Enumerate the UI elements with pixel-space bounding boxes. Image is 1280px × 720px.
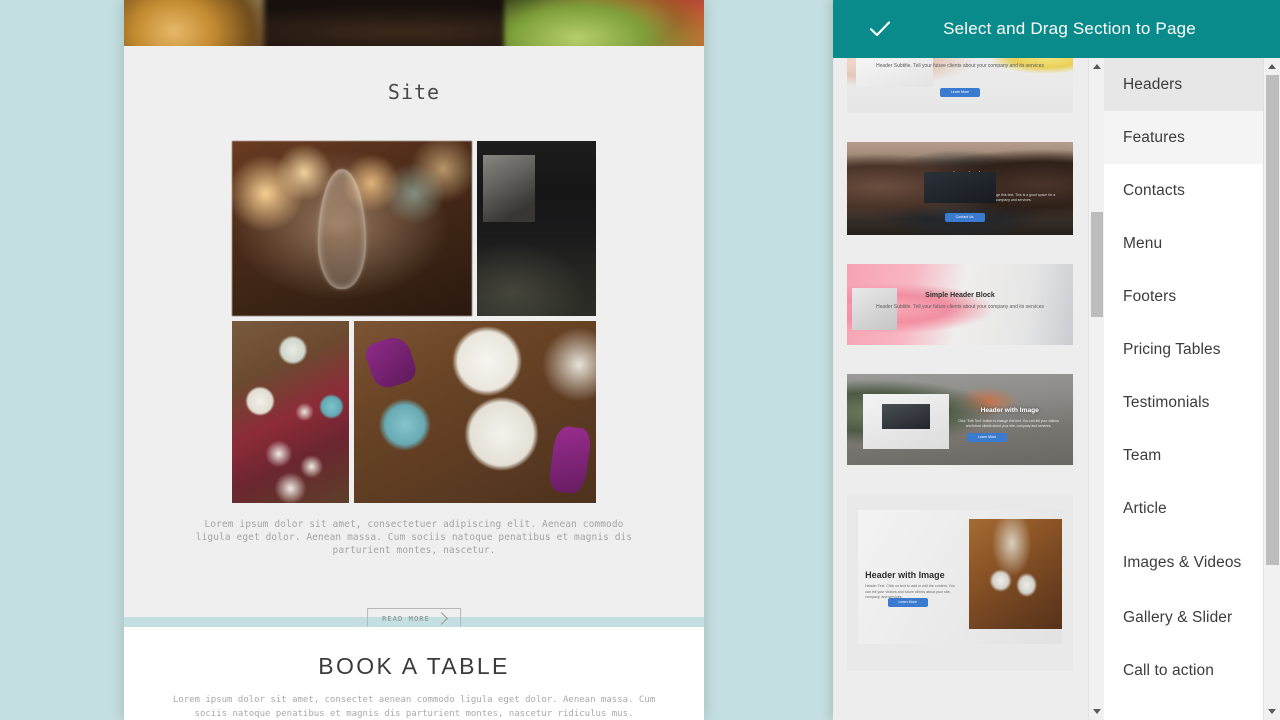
thumbnail-header-block[interactable]: Header Block Header Subtitle Header Text…: [847, 142, 1073, 235]
book-section-paragraph: Lorem ipsum dolor sit amet, consectet ae…: [172, 695, 656, 719]
thumbnail-cta-button: Learn More: [887, 598, 928, 607]
thumbnail-subtitle: Header Subtitle. Tell your future client…: [875, 63, 1045, 69]
gallery-image-bar-interior[interactable]: [477, 141, 596, 316]
gallery-image-table-plates[interactable]: [232, 321, 349, 503]
category-label: Headers: [1123, 75, 1183, 93]
gallery-image-wine-glasses[interactable]: [232, 141, 472, 316]
category-scrollbar-thumb[interactable]: [1266, 75, 1279, 565]
thumbnail-scroll-up-button[interactable]: [1089, 58, 1105, 75]
hero-right-salad-blur: [504, 0, 704, 46]
category-item-features[interactable]: Features: [1104, 111, 1263, 164]
thumbnail-cta-button: Learn More: [940, 88, 980, 97]
thumbnail-header-with-image-office[interactable]: Header with Image Click "Edit Text" butt…: [847, 374, 1073, 465]
category-item-pricing-tables[interactable]: Pricing Tables: [1104, 323, 1263, 376]
thumbnail-cta-button: Learn More: [967, 433, 1008, 442]
hero-image-strip[interactable]: [124, 0, 704, 46]
category-item-images-videos[interactable]: Images & Videos: [1104, 535, 1263, 591]
category-scrollbar[interactable]: [1263, 58, 1280, 720]
gallery-paragraph: Lorem ipsum dolor sit amet, consectetuer…: [195, 519, 633, 556]
book-section-title: BOOK A TABLE: [318, 653, 510, 679]
category-label: Features: [1123, 128, 1185, 146]
gallery-grid-row-bottom: [232, 321, 596, 503]
category-label: Pricing Tables: [1123, 340, 1221, 358]
thumbnail-title: Header with Image: [865, 570, 945, 580]
category-label: Gallery & Slider: [1123, 608, 1233, 626]
gallery-image-brunch-plates[interactable]: [354, 321, 596, 503]
page-preview[interactable]: Site Lorem ipsum dolor sit amet, consect…: [124, 0, 704, 720]
category-item-testimonials[interactable]: Testimonials: [1104, 376, 1263, 429]
thumbnail-scrollbar-thumb[interactable]: [1091, 212, 1103, 317]
category-item-contacts[interactable]: Contacts: [1104, 164, 1263, 217]
read-more-button[interactable]: READ MORE: [367, 608, 461, 629]
category-label: Contacts: [1123, 181, 1185, 199]
category-label: Call to action: [1123, 661, 1215, 679]
thumbnail-scroll-down-button[interactable]: [1089, 703, 1105, 720]
triangle-up-icon: [1268, 64, 1276, 69]
thumbnail-cta-button: Contact Us: [944, 213, 985, 222]
panel-header: Select and Drag Section to Page: [833, 0, 1280, 58]
category-item-article[interactable]: Article: [1104, 482, 1263, 535]
check-icon: [869, 21, 891, 37]
thumbnail-scrollbar[interactable]: [1088, 58, 1104, 720]
thumbnail-subtitle: Header Subtitle. Tell your future client…: [875, 304, 1045, 310]
thumbnail-header-with-image-shoes[interactable]: Header with Image Header Text. Click on …: [847, 494, 1073, 671]
gallery-section-title: Site: [387, 80, 441, 104]
thumbnail-body-text: Header Text. Click "Edit Text" button to…: [928, 193, 1056, 203]
read-more-label: READ MORE: [382, 614, 430, 623]
napkin-right-decor: [548, 424, 594, 495]
napkin-left-decor: [362, 333, 419, 393]
category-scroll-down-button[interactable]: [1264, 703, 1280, 720]
panel-title: Select and Drag Section to Page: [943, 19, 1196, 38]
category-label: Article: [1123, 499, 1167, 517]
category-label: Footers: [1123, 287, 1177, 305]
triangle-down-icon: [1093, 709, 1101, 714]
category-item-menu[interactable]: Menu: [1104, 217, 1263, 270]
triangle-down-icon: [1268, 709, 1276, 714]
category-label: Testimonials: [1123, 393, 1210, 411]
hero-left-food-blur: [124, 0, 264, 46]
triangle-up-icon: [1093, 64, 1101, 69]
thumbnail-title: Header Block: [937, 172, 983, 179]
category-item-team[interactable]: Team: [1104, 429, 1263, 482]
category-label: Menu: [1123, 234, 1163, 252]
thumbnail-laptop-card-decor: [862, 394, 949, 449]
section-category-list[interactable]: Headers Features Contacts Menu Footers P…: [1104, 58, 1263, 720]
thumbnail-subtitle: Header Subtitle: [941, 183, 979, 189]
section-thumbnail-list[interactable]: Enter Header Title Header Subtitle. Tell…: [833, 58, 1088, 720]
thumbnail-enter-header-title[interactable]: Enter Header Title Header Subtitle. Tell…: [847, 58, 1073, 113]
panel-body: Enter Header Title Header Subtitle. Tell…: [833, 58, 1280, 720]
book-a-table-section[interactable]: BOOK A TABLE Lorem ipsum dolor sit amet,…: [124, 627, 704, 720]
confirm-check-button[interactable]: [863, 12, 897, 46]
category-item-gallery-slider[interactable]: Gallery & Slider: [1104, 591, 1263, 644]
category-label: Images & Videos: [1123, 554, 1242, 571]
category-item-headers[interactable]: Headers: [1104, 58, 1263, 111]
gallery-section[interactable]: Site Lorem ipsum dolor sit amet, consect…: [124, 46, 704, 629]
category-scroll-up-button[interactable]: [1264, 58, 1280, 75]
thumbnail-title: Enter Header Title: [847, 58, 1073, 60]
thumbnail-simple-header-block[interactable]: Simple Header Block Header Subtitle. Tel…: [847, 264, 1073, 345]
thumbnail-scroll-content: Enter Header Title Header Subtitle. Tell…: [833, 58, 1073, 700]
gallery-image-grid: [232, 141, 596, 503]
thumbnail-shoes-photo: [969, 518, 1062, 629]
thumbnail-title: Header with Image: [980, 407, 1039, 414]
gallery-grid-row-top: [232, 141, 596, 316]
category-item-footers[interactable]: Footers: [1104, 270, 1263, 323]
category-label: Team: [1123, 446, 1162, 464]
app-root: Site Lorem ipsum dolor sit amet, consect…: [0, 0, 1280, 720]
section-picker-panel: Select and Drag Section to Page Enter He…: [833, 0, 1280, 720]
category-item-call-to-action[interactable]: Call to action: [1104, 644, 1263, 697]
thumbnail-body-text: Click "Edit Text" button to change this …: [958, 419, 1059, 428]
chevron-right-icon: [435, 612, 448, 625]
thumbnail-title: Simple Header Block: [925, 292, 995, 299]
